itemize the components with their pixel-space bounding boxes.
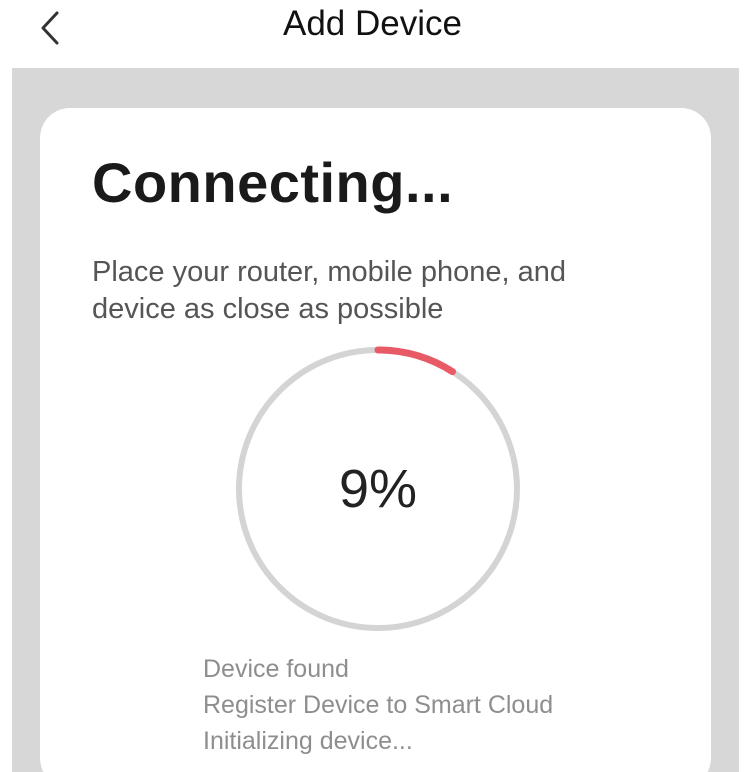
progress-indicator: 9%	[230, 341, 526, 637]
status-step: Device found	[203, 655, 349, 683]
status-list: Device found Register Device to Smart Cl…	[203, 651, 553, 759]
connecting-heading: Connecting...	[92, 151, 454, 214]
status-step: Register Device to Smart Cloud	[203, 691, 554, 719]
placement-instructions: Place your router, mobile phone, and dev…	[92, 256, 566, 325]
progress-percentage: 9%	[338, 459, 418, 519]
page-title: Add Device	[283, 4, 462, 43]
status-step: Initializing device...	[203, 727, 413, 755]
navigation-bar: Add Device	[0, 0, 745, 66]
